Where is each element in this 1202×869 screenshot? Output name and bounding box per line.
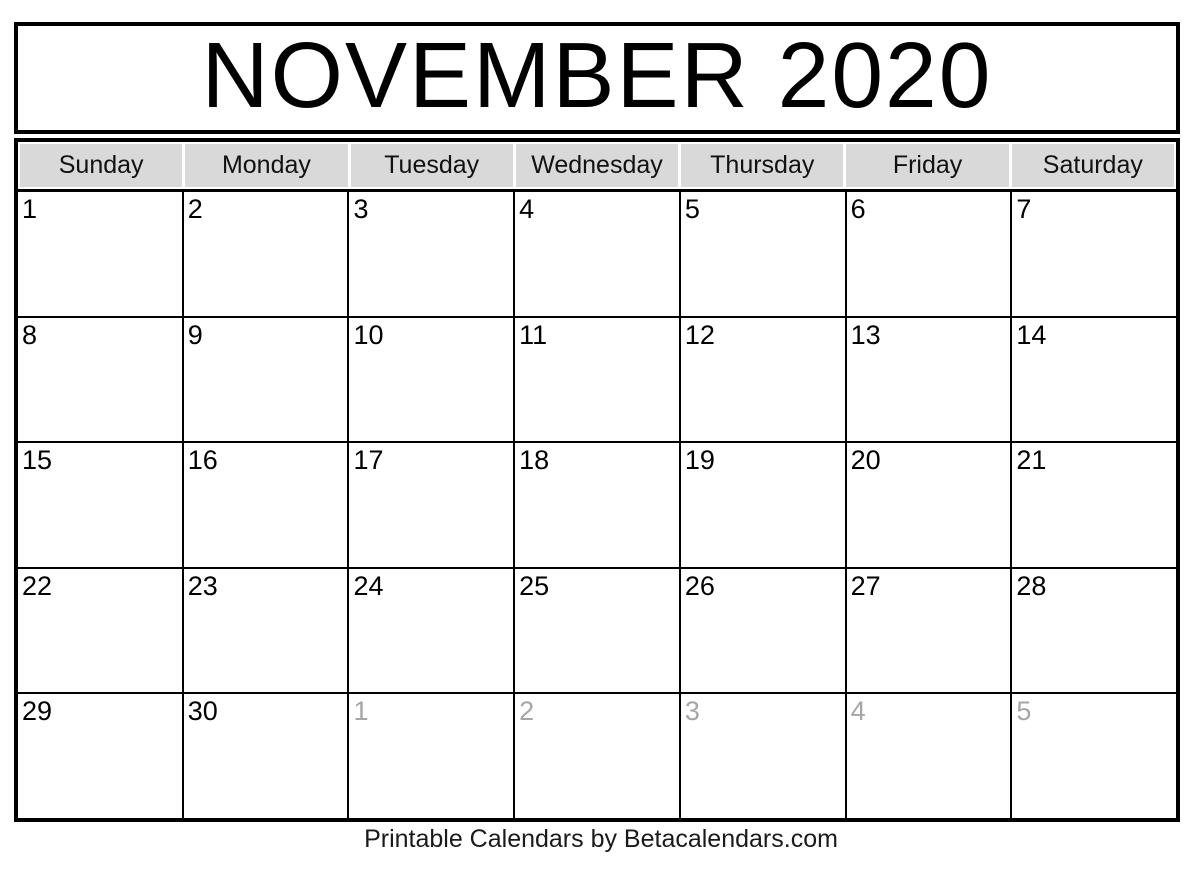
day-cell[interactable]: 3 xyxy=(349,192,516,316)
weekday-label: Sunday xyxy=(58,151,144,179)
day-number: 29 xyxy=(22,696,53,727)
day-cell[interactable]: 17 xyxy=(349,443,516,567)
day-cell[interactable]: 1 xyxy=(349,694,516,818)
day-number: 4 xyxy=(850,696,866,727)
day-cell[interactable]: 22 xyxy=(18,568,184,693)
weekday-header-row: Sunday Monday Tuesday Wednesday Thursday… xyxy=(18,142,1176,192)
day-number: 16 xyxy=(187,445,218,476)
page-title: NOVEMBER 2020 xyxy=(201,22,993,127)
day-cell[interactable]: 24 xyxy=(349,568,516,693)
day-number: 1 xyxy=(353,696,369,727)
weekday-header-wednesday: Wednesday xyxy=(515,144,682,187)
day-cell[interactable]: 2 xyxy=(515,694,681,818)
day-number: 27 xyxy=(850,570,881,601)
day-cell[interactable]: 19 xyxy=(680,443,847,567)
day-number: 5 xyxy=(684,194,700,224)
calendar-title-box: NOVEMBER 2020 xyxy=(14,22,1180,134)
footer-credit-text: Printable Calendars by Betacalendars.com xyxy=(364,825,838,853)
weekday-label: Saturday xyxy=(1042,151,1143,179)
calendar-weeks: 1 2 3 4 5 6 7 8 9 10 11 12 13 14 15 16 1… xyxy=(18,192,1177,818)
day-cell[interactable]: 20 xyxy=(846,443,1013,567)
day-cell[interactable]: 12 xyxy=(680,317,847,442)
day-number: 13 xyxy=(850,319,881,350)
week-row: 22 23 24 25 26 27 28 xyxy=(18,568,1177,695)
weekday-header-sunday: Sunday xyxy=(20,144,186,187)
day-cell[interactable]: 4 xyxy=(846,694,1013,818)
day-number: 11 xyxy=(519,319,548,350)
day-cell[interactable]: 6 xyxy=(846,192,1013,316)
day-number: 12 xyxy=(684,319,715,350)
weekday-header-monday: Monday xyxy=(185,144,351,187)
day-number: 19 xyxy=(684,445,715,476)
day-number: 20 xyxy=(850,445,881,476)
weekday-header-tuesday: Tuesday xyxy=(350,144,516,187)
day-cell[interactable]: 13 xyxy=(846,317,1013,442)
day-number: 28 xyxy=(1016,570,1047,601)
day-number: 14 xyxy=(1016,319,1047,350)
weekday-header-thursday: Thursday xyxy=(681,144,847,187)
day-number: 26 xyxy=(684,570,715,601)
day-cell[interactable]: 10 xyxy=(349,317,516,442)
day-number: 23 xyxy=(187,570,218,601)
day-cell[interactable]: 4 xyxy=(515,192,681,316)
day-cell[interactable]: 29 xyxy=(18,694,184,818)
day-cell[interactable]: 14 xyxy=(1012,317,1177,442)
day-cell[interactable]: 7 xyxy=(1012,192,1177,316)
day-cell[interactable]: 5 xyxy=(1012,694,1177,818)
week-row: 29 30 1 2 3 4 5 xyxy=(18,694,1177,818)
weekday-label: Thursday xyxy=(710,151,815,179)
day-cell[interactable]: 28 xyxy=(1012,568,1177,693)
calendar-grid: Sunday Monday Tuesday Wednesday Thursday… xyxy=(14,138,1180,822)
day-number: 1 xyxy=(22,194,38,224)
day-number: 30 xyxy=(187,696,218,727)
week-row: 15 16 17 18 19 20 21 xyxy=(18,443,1177,569)
day-number: 4 xyxy=(519,194,535,224)
day-number: 9 xyxy=(187,319,203,350)
day-cell[interactable]: 23 xyxy=(183,568,350,693)
day-cell[interactable]: 18 xyxy=(515,443,681,567)
day-number: 15 xyxy=(22,445,53,476)
day-number: 21 xyxy=(1016,445,1047,476)
day-cell[interactable]: 9 xyxy=(183,317,350,442)
day-cell[interactable]: 16 xyxy=(183,443,350,567)
day-cell[interactable]: 3 xyxy=(680,694,847,818)
day-cell[interactable]: 30 xyxy=(183,694,350,818)
day-cell[interactable]: 25 xyxy=(515,568,681,693)
week-row: 8 9 10 11 12 13 14 xyxy=(18,317,1177,444)
day-number: 10 xyxy=(353,319,384,350)
day-number: 7 xyxy=(1016,194,1032,224)
day-number: 25 xyxy=(519,570,550,601)
day-number: 2 xyxy=(187,194,203,224)
day-cell[interactable]: 27 xyxy=(846,568,1013,693)
weekday-header-friday: Friday xyxy=(846,144,1012,187)
day-number: 2 xyxy=(519,696,535,727)
day-cell[interactable]: 1 xyxy=(18,192,184,316)
day-number: 3 xyxy=(353,194,369,224)
day-number: 5 xyxy=(1016,696,1032,727)
day-number: 22 xyxy=(22,570,53,601)
day-number: 24 xyxy=(353,570,384,601)
day-cell[interactable]: 8 xyxy=(18,317,184,442)
week-row: 1 2 3 4 5 6 7 xyxy=(18,192,1177,318)
weekday-label: Tuesday xyxy=(384,151,480,179)
day-cell[interactable]: 5 xyxy=(680,192,847,316)
day-number: 18 xyxy=(519,445,550,476)
day-cell[interactable]: 21 xyxy=(1012,443,1177,567)
day-number: 8 xyxy=(22,319,38,350)
day-cell[interactable]: 26 xyxy=(680,568,847,693)
day-number: 6 xyxy=(850,194,866,224)
calendar-page: NOVEMBER 2020 Sunday Monday Tuesday Wedn… xyxy=(0,0,1202,869)
day-number: 3 xyxy=(684,696,700,727)
weekday-label: Wednesday xyxy=(531,151,663,179)
weekday-label: Friday xyxy=(892,151,963,179)
day-cell[interactable]: 2 xyxy=(183,192,350,316)
day-number: 17 xyxy=(353,445,384,476)
footer: Printable Calendars by Betacalendars.com xyxy=(0,824,1202,854)
day-cell[interactable]: 15 xyxy=(18,443,184,567)
day-cell[interactable]: 11 xyxy=(515,317,681,442)
weekday-label: Monday xyxy=(221,151,311,179)
weekday-header-saturday: Saturday xyxy=(1011,144,1174,187)
